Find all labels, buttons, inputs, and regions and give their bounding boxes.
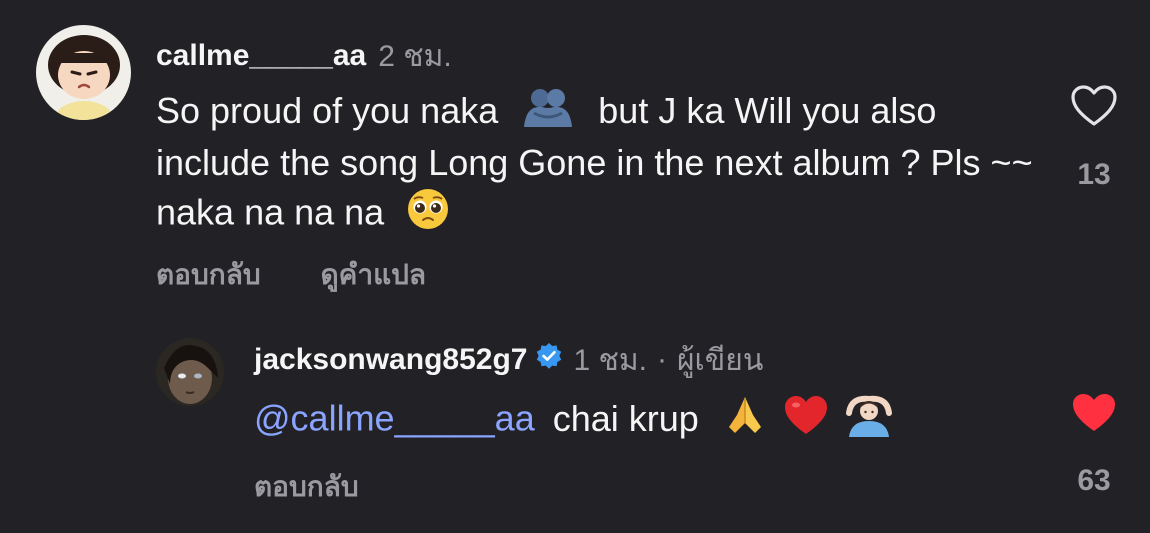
reply-button[interactable]: ตอบกลับ [156, 259, 261, 290]
heart-outline-icon[interactable] [1064, 84, 1124, 132]
separator-dot: · [656, 343, 667, 376]
reply-item: jacksonwang852g7 1 ชม. · ผู้เขียน @callm… [0, 300, 1150, 533]
reply-actions: ตอบกลับ [254, 465, 411, 509]
heart-filled-icon[interactable] [1064, 391, 1124, 439]
avatar[interactable] [156, 338, 224, 406]
comment-item: callme_____aa 2 ชม. So proud of you naka… [0, 0, 1150, 300]
like-count: 13 [1077, 158, 1111, 191]
reply-text-part: chai krup [552, 397, 699, 439]
comment-text-part: So proud of you naka [156, 90, 499, 131]
verified-badge-icon [535, 342, 563, 378]
comment-text: So proud of you naka but J ka Will you a… [156, 87, 1036, 243]
avatar[interactable] [36, 25, 131, 120]
like-column: 63 [1064, 391, 1124, 498]
comment-header: callme_____aa 2 ชม. [156, 36, 452, 76]
reply-text: @callme_____aa chai krup [254, 393, 1034, 449]
person-gesturing-ok-icon [845, 393, 893, 449]
like-column: 13 [1064, 84, 1124, 192]
username[interactable]: callme_____aa [156, 39, 366, 73]
like-count: 63 [1077, 464, 1111, 497]
pleading-face-icon [406, 187, 450, 243]
reply-button[interactable]: ตอบกลับ [254, 471, 359, 502]
username[interactable]: jacksonwang852g7 [254, 343, 527, 377]
comment-actions: ตอบกลับ ดูคำแปล [156, 253, 478, 297]
hugging-people-icon [522, 87, 574, 139]
timestamp: 1 ชม. [573, 343, 647, 377]
timestamp: 2 ชม. [378, 39, 452, 73]
see-translation-button[interactable]: ดูคำแปล [320, 259, 426, 290]
reply-header: jacksonwang852g7 1 ชม. · ผู้เขียน [254, 340, 763, 380]
mention-link[interactable]: @callme_____aa [254, 398, 535, 439]
folded-hands-icon [723, 393, 767, 449]
author-label: ผู้เขียน [676, 343, 764, 377]
red-heart-icon [783, 394, 829, 448]
